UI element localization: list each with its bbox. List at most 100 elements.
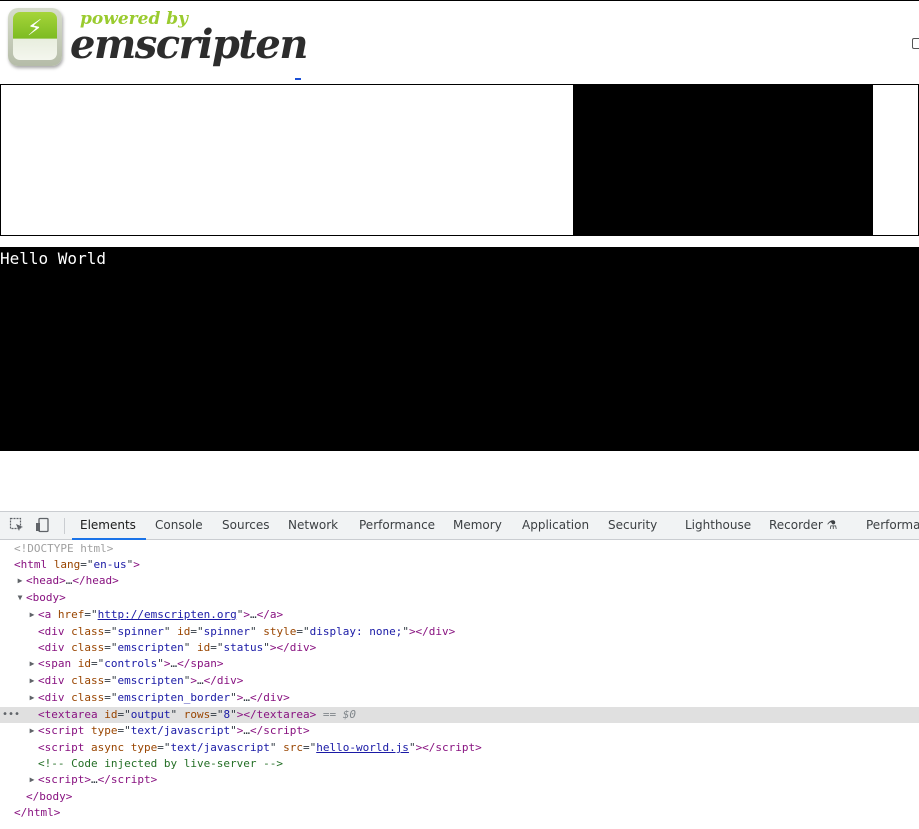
script2-src-attr: src bbox=[283, 741, 303, 754]
expand-arrow-icon[interactable]: ▶ bbox=[27, 723, 37, 739]
dom-node-html-close[interactable]: </html> bbox=[0, 805, 919, 821]
tab-memory[interactable]: Memory bbox=[453, 512, 502, 539]
emscripten-class-attr: class bbox=[71, 674, 105, 687]
head-tag: head bbox=[32, 574, 60, 587]
expand-arrow-icon[interactable]: ▶ bbox=[27, 656, 37, 672]
script3-ellipsis: … bbox=[91, 773, 98, 786]
selected-node-marker: == $0 bbox=[322, 708, 356, 721]
textarea-id-value: output bbox=[130, 708, 171, 721]
html-close-tag: </html> bbox=[14, 806, 61, 819]
expand-arrow-icon[interactable]: ▶ bbox=[27, 772, 37, 788]
dom-node-script-src[interactable]: <script async type="text/javascript" src… bbox=[0, 740, 919, 756]
script1-ellipsis: … bbox=[243, 724, 250, 737]
border-tag: div bbox=[44, 691, 65, 704]
status-class-attr: class bbox=[71, 641, 105, 654]
controls-id-attr: id bbox=[77, 657, 91, 670]
expand-arrow-icon[interactable]: ▶ bbox=[27, 690, 37, 706]
expand-arrow-icon[interactable]: ▶ bbox=[27, 673, 37, 689]
spinner-class-attr: class bbox=[71, 625, 105, 638]
emscripten-class-value: emscripten bbox=[117, 674, 184, 687]
emscripten-tag: div bbox=[44, 674, 65, 687]
collapse-arrow-icon[interactable]: ▼ bbox=[15, 590, 25, 606]
elements-tree: <!DOCTYPE html> <html lang="en-us"> ▶ <h… bbox=[0, 540, 919, 829]
dom-node-emscripten[interactable]: ▶ <div class="emscripten">…</div> bbox=[0, 673, 919, 689]
textarea-id-attr: id bbox=[104, 708, 118, 721]
output-textarea[interactable]: Hello World bbox=[0, 247, 919, 451]
status-tag: div bbox=[44, 641, 65, 654]
dom-node-spinner[interactable]: <div class="spinner" id="spinner" style=… bbox=[0, 624, 919, 640]
tab-sources[interactable]: Sources bbox=[222, 512, 269, 539]
spinner-style-attr: style bbox=[263, 625, 297, 638]
html-lang-value: en-us bbox=[93, 558, 127, 571]
status-id-value: status bbox=[223, 641, 264, 654]
dom-node-head[interactable]: ▶ <head>…</head> bbox=[0, 573, 919, 589]
expand-arrow-icon[interactable]: ▶ bbox=[27, 607, 37, 623]
border-ellipsis: … bbox=[243, 691, 250, 704]
dom-node-body[interactable]: ▼ <body> bbox=[0, 590, 919, 606]
dom-node-script-injected[interactable]: ▶ <script>…</script> bbox=[0, 772, 919, 788]
device-toolbar-icon[interactable] bbox=[35, 517, 51, 533]
dom-node-a[interactable]: ▶ <a href="http://emscripten.org">…</a> bbox=[0, 607, 919, 623]
a-ellipsis: … bbox=[249, 608, 257, 621]
html-lang-attr: lang bbox=[53, 558, 81, 571]
dom-node-status[interactable]: <div class="emscripten" id="status"></di… bbox=[0, 640, 919, 656]
dom-node-comment[interactable]: <!-- Code injected by live-server --> bbox=[0, 756, 919, 772]
devtools-toolbar: Elements Console Sources Network Perform… bbox=[0, 512, 919, 540]
border-class-attr: class bbox=[71, 691, 105, 704]
emscripten-ellipsis: … bbox=[196, 674, 204, 687]
a-href-link[interactable]: http://emscripten.org bbox=[98, 608, 237, 621]
toolbar-separator bbox=[64, 518, 65, 534]
border-class-value: emscripten_border bbox=[117, 691, 231, 704]
lightning-bolt-icon: ⚡ bbox=[27, 16, 43, 41]
dom-node-html[interactable]: <html lang="en-us"> bbox=[0, 557, 919, 573]
expand-arrow-icon[interactable]: ▶ bbox=[15, 573, 25, 589]
tab-security[interactable]: Security bbox=[608, 512, 657, 539]
spinner-style-value: display: none; bbox=[309, 625, 403, 638]
script2-type-value: text/javascript bbox=[170, 741, 270, 754]
body-close-tag: </body> bbox=[26, 790, 73, 803]
tab-performance[interactable]: Performance bbox=[359, 512, 435, 539]
body-tag: body bbox=[32, 591, 60, 604]
badge-inner: ⚡ bbox=[13, 12, 57, 60]
dom-node-emscripten-border[interactable]: ▶ <div class="emscripten_border">…</div> bbox=[0, 690, 919, 706]
spinner-id-value: spinner bbox=[203, 625, 250, 638]
tab-recorder[interactable]: Recorder ⚗ bbox=[769, 512, 837, 539]
script2-src-link[interactable]: hello-world.js bbox=[316, 741, 409, 754]
page-top-border bbox=[0, 0, 919, 1]
tab-elements[interactable]: Elements bbox=[72, 512, 146, 540]
emscripten-wordmark: emscripten bbox=[70, 21, 308, 68]
script2-type-attr: type bbox=[130, 741, 158, 754]
tab-network[interactable]: Network bbox=[288, 512, 338, 539]
script1-type-attr: type bbox=[91, 724, 118, 737]
emscripten-canvas[interactable] bbox=[573, 85, 873, 235]
textarea-rows-attr: rows bbox=[183, 708, 211, 721]
tab-console[interactable]: Console bbox=[155, 512, 203, 539]
dom-node-body-close[interactable]: </body> bbox=[0, 789, 919, 805]
script3-tag: script bbox=[44, 773, 85, 786]
inspect-element-icon[interactable] bbox=[9, 517, 25, 533]
spinner-class-value: spinner bbox=[117, 625, 164, 638]
a-href-attr: href bbox=[57, 608, 85, 621]
dom-node-script-inline[interactable]: ▶ <script type="text/javascript">…</scri… bbox=[0, 723, 919, 739]
live-server-comment: <!-- Code injected by live-server --> bbox=[38, 757, 284, 770]
more-options-icon[interactable]: ••• bbox=[2, 707, 20, 723]
script1-tag: script bbox=[44, 724, 85, 737]
emscripten-logo-link[interactable]: ⚡ powered by emscripten bbox=[8, 8, 308, 70]
controls-id-value: controls bbox=[104, 657, 158, 670]
spinner-tag: div bbox=[44, 625, 65, 638]
controls-tag: span bbox=[44, 657, 72, 670]
devtools-panel: Elements Console Sources Network Perform… bbox=[0, 511, 919, 829]
dom-node-textarea-selected[interactable]: ••• <textarea id="output" rows="8"></tex… bbox=[0, 707, 919, 723]
tab-lighthouse[interactable]: Lighthouse bbox=[685, 512, 751, 539]
dom-node-doctype[interactable]: <!DOCTYPE html> bbox=[0, 541, 919, 557]
html-tag: html bbox=[20, 558, 48, 571]
tab-performance-insights[interactable]: Performa bbox=[866, 512, 919, 539]
script2-tag: script bbox=[44, 741, 85, 754]
status-link-underline bbox=[295, 78, 301, 80]
a-tag: a bbox=[44, 608, 52, 621]
tab-application[interactable]: Application bbox=[522, 512, 589, 539]
script1-type-value: text/javascript bbox=[130, 724, 231, 737]
controls-checkbox[interactable] bbox=[912, 38, 919, 49]
dom-node-controls[interactable]: ▶ <span id="controls">…</span> bbox=[0, 656, 919, 672]
status-class-value: emscripten bbox=[117, 641, 184, 654]
